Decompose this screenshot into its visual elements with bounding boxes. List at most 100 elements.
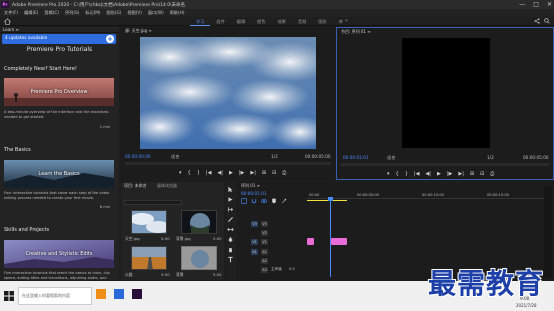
v3-target[interactable]: V3 — [251, 221, 258, 227]
workspace-tab-assembly[interactable]: 组件 — [210, 17, 230, 26]
program-add-marker-button[interactable]: ▾ — [387, 171, 390, 177]
menu-clip[interactable]: 剪辑(C) — [44, 10, 59, 16]
timeline-settings-icon[interactable] — [281, 198, 287, 204]
updates-plus-icon[interactable]: + — [106, 35, 114, 43]
project-item-background-jpg[interactable] — [181, 210, 217, 234]
extract-button[interactable]: ⊟ — [480, 171, 484, 177]
overwrite-button[interactable]: ⊟ — [272, 170, 276, 176]
playhead-handle[interactable] — [328, 197, 333, 201]
taskbar-premiere-icon[interactable] — [132, 289, 142, 299]
taskbar-search-box[interactable]: 在这里输入你要搜索的内容 — [18, 287, 92, 305]
menu-markers[interactable]: 标记(M) — [85, 10, 100, 16]
workspace-more-button[interactable]: » — [345, 18, 348, 24]
menu-window[interactable]: 窗口(W) — [148, 10, 164, 16]
maximize-button[interactable]: □ — [533, 1, 539, 8]
source-timecode[interactable]: 00:00:00:00 — [125, 154, 151, 159]
tutorial-card-overview[interactable]: Premiere Pro Overview — [4, 78, 114, 106]
program-scrub-bar[interactable] — [341, 163, 549, 166]
pen-tool-icon[interactable] — [227, 236, 234, 243]
selection-tool-icon[interactable] — [227, 186, 234, 193]
program-mark-out-button[interactable]: } — [405, 171, 408, 177]
updates-banner[interactable]: 4 updates available + — [2, 34, 116, 44]
learn-panel-tab[interactable]: Learn ≡ — [0, 27, 119, 33]
a1-label[interactable]: A1 — [261, 249, 268, 255]
razor-tool-icon[interactable] — [227, 216, 234, 223]
workspace-tab-editing[interactable]: 编辑 — [231, 17, 251, 26]
v2-label[interactable]: V2 — [261, 230, 268, 236]
v1-label[interactable]: V1 — [261, 239, 268, 245]
menu-sequence[interactable]: 序列(S) — [65, 10, 79, 16]
mark-out-button[interactable]: } — [197, 170, 200, 176]
program-step-back-button[interactable]: ◀| — [425, 171, 431, 177]
go-to-in-button[interactable]: |◀ — [206, 170, 212, 176]
menu-edit[interactable]: 编辑(E) — [24, 10, 38, 16]
go-to-out-button[interactable]: ▶| — [250, 170, 256, 176]
project-search-input[interactable] — [124, 200, 182, 205]
insert-button[interactable]: ⊞ — [262, 170, 266, 176]
program-monitor-tab[interactable]: 节目: 序列 01 ≡ — [341, 29, 371, 35]
workspace-tab-audio[interactable]: 音频 — [292, 17, 312, 26]
nest-toggle-icon[interactable] — [241, 198, 247, 204]
project-tab[interactable]: 项目: 未命名 — [124, 183, 147, 189]
play-button[interactable]: ▶ — [229, 170, 233, 176]
source-scrub-bar[interactable] — [125, 162, 331, 165]
tutorial-card-basics[interactable]: Learn the Basics — [4, 160, 114, 188]
project-item-road[interactable] — [131, 246, 167, 270]
type-tool-icon[interactable] — [227, 256, 234, 263]
a1-target[interactable]: A1 — [251, 249, 258, 255]
tutorial-card-creative[interactable]: Creative and Stylistic Edits — [4, 240, 114, 268]
taskbar-app-icon-1[interactable] — [96, 289, 106, 299]
clip-v1-b[interactable] — [331, 238, 347, 245]
linked-selection-icon[interactable] — [261, 198, 267, 204]
slip-tool-icon[interactable] — [227, 226, 234, 233]
program-fit-dropdown[interactable]: 适合 — [387, 155, 395, 161]
program-play-button[interactable]: ▶ — [437, 171, 441, 177]
workspace-search-icon[interactable] — [544, 18, 550, 24]
clip-v1-a[interactable] — [307, 238, 314, 245]
share-icon[interactable] — [534, 18, 540, 24]
step-back-button[interactable]: ◀| — [217, 170, 223, 176]
v1-target[interactable]: V1 — [251, 239, 258, 245]
menu-view[interactable]: 视图(V) — [127, 10, 142, 16]
menu-file[interactable]: 文件(F) — [4, 10, 18, 16]
snap-icon[interactable] — [251, 198, 257, 204]
mark-in-button[interactable]: { — [188, 170, 191, 176]
workspace-tab-learning[interactable]: 学习 — [190, 17, 211, 26]
master-volume[interactable]: 0.0 — [289, 267, 295, 271]
hand-tool-icon[interactable] — [227, 246, 234, 253]
home-icon[interactable] — [4, 18, 11, 25]
minimize-button[interactable]: — — [519, 1, 525, 8]
source-resolution-dropdown[interactable]: 1/2 — [271, 154, 278, 159]
v3-source-patch[interactable]: V3 — [261, 221, 268, 227]
source-fit-dropdown[interactable]: 适合 — [171, 154, 179, 160]
program-go-to-out-button[interactable]: ▶| — [458, 171, 464, 177]
track-select-tool-icon[interactable] — [227, 196, 234, 203]
project-item-sky[interactable] — [131, 210, 167, 234]
a2-label[interactable]: A2 — [261, 258, 268, 264]
program-timecode[interactable]: 00:00:01:01 — [343, 155, 369, 160]
work-area-bar[interactable] — [307, 200, 347, 201]
lift-button[interactable]: ⊞ — [470, 171, 474, 177]
menu-graphics[interactable]: 图形(G) — [107, 10, 122, 16]
workspace-tab-graphics[interactable]: 图形 — [312, 17, 332, 26]
a3-label[interactable]: A3 — [261, 267, 268, 273]
close-button[interactable]: ✕ — [547, 1, 552, 8]
workspace-tab-effects[interactable]: 效果 — [272, 17, 292, 26]
program-export-frame-button[interactable]: ⎙ — [490, 171, 494, 177]
source-monitor-tab[interactable]: 源: 天空.jpg ≡ — [125, 28, 152, 34]
program-mark-in-button[interactable]: { — [396, 171, 399, 177]
add-marker-icon[interactable] — [271, 198, 277, 204]
program-step-forward-button[interactable]: |▶ — [447, 171, 453, 177]
program-resolution-dropdown[interactable]: 1/2 — [487, 155, 494, 160]
program-go-to-in-button[interactable]: |◀ — [414, 171, 420, 177]
playhead[interactable] — [330, 197, 331, 277]
workspace-tab-color[interactable]: 颜色 — [251, 17, 271, 26]
ripple-edit-tool-icon[interactable] — [227, 206, 234, 213]
media-browser-tab[interactable]: 媒体浏览器 — [157, 183, 177, 189]
windows-start-icon[interactable] — [4, 291, 14, 301]
taskbar-app-icon-2[interactable] — [114, 289, 124, 299]
menu-help[interactable]: 帮助(H) — [170, 10, 185, 16]
timeline-timecode[interactable]: 00:00:01:01 — [241, 191, 267, 196]
export-frame-button[interactable]: ⎙ — [282, 170, 286, 176]
sequence-tab[interactable]: 序列 01 ≡ — [241, 183, 260, 189]
